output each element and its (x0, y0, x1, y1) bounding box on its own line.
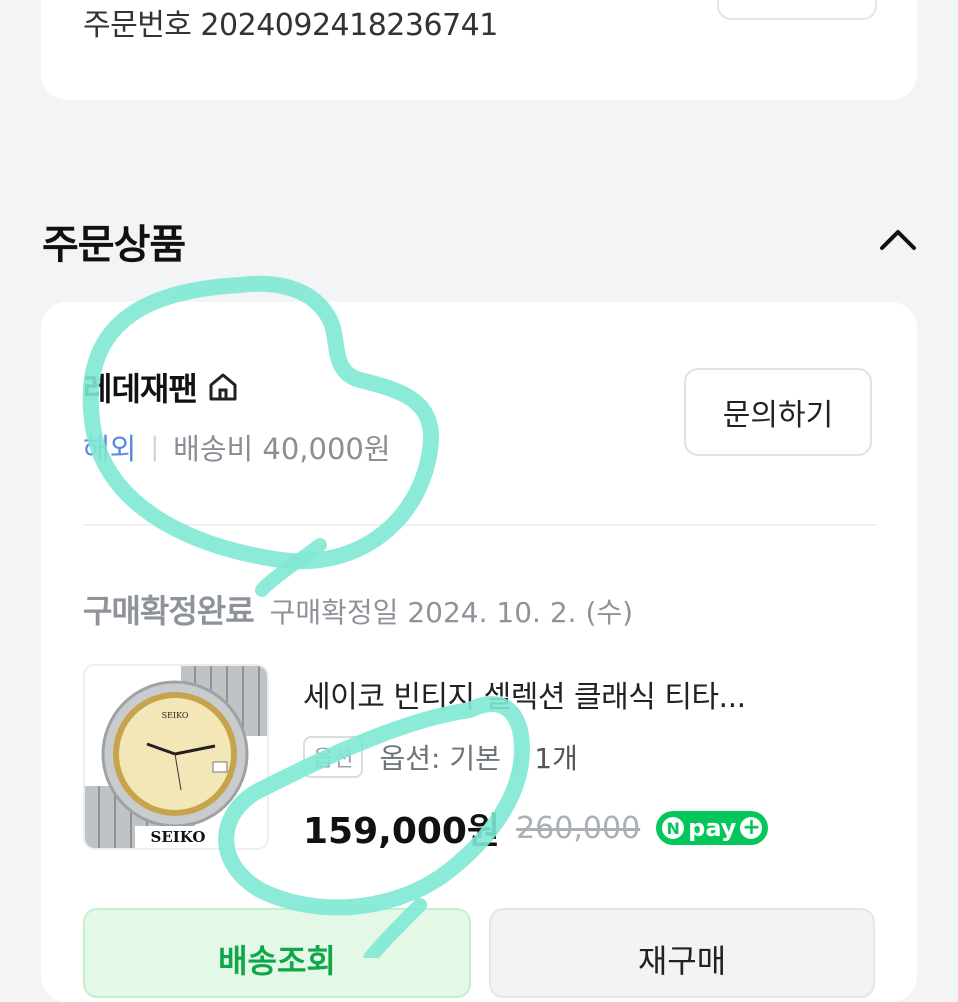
product-name[interactable]: 세이코 빈티지 셀렉션 클래식 티타... (303, 672, 863, 716)
seller-name[interactable]: 레데재팬 (83, 364, 198, 410)
naver-n-icon: N (662, 817, 685, 839)
chevron-up-icon[interactable] (876, 218, 920, 258)
original-price: 260,000 (516, 810, 641, 846)
order-detail-button[interactable] (717, 0, 877, 20)
npay-label: pay (688, 814, 737, 842)
order-product-card: 레데재팬 해외 | 배송비 40,000원 문의하기 구매확정완료 구매확정일 … (41, 302, 917, 1002)
shipping-fee: 배송비 40,000원 (173, 432, 391, 466)
thumb-brand: SEIKO (151, 828, 206, 846)
option-row: 옵션 옵션: 기본 | 1개 (303, 736, 578, 778)
watch-image: SEIKO SEIKO (85, 666, 267, 848)
track-delivery-button[interactable]: 배송조회 (83, 908, 471, 998)
divider-bar: | (150, 432, 160, 462)
divider-bar: | (512, 740, 523, 774)
inquiry-button[interactable]: 문의하기 (684, 368, 872, 456)
price-row: 159,000원 260,000 N pay + (303, 802, 769, 854)
plus-icon: + (740, 815, 763, 840)
seller-row[interactable]: 레데재팬 (83, 364, 241, 410)
product-thumbnail[interactable]: SEIKO SEIKO (83, 664, 269, 850)
home-icon[interactable] (205, 369, 241, 405)
order-number: 주문번호 2024092418236741 (83, 8, 498, 43)
section-title: 주문상품 (42, 222, 186, 268)
svg-text:SEIKO: SEIKO (162, 711, 189, 720)
option-text: 옵션: 기본 (379, 742, 501, 775)
option-badge: 옵션 (303, 736, 364, 778)
rebuy-button[interactable]: 재구매 (489, 908, 875, 998)
npay-plus-badge: N pay + (656, 811, 769, 845)
quantity: 1개 (534, 742, 578, 775)
status-row: 구매확정완료 구매확정일 2024. 10. 2. (수) (83, 586, 633, 632)
order-info-card: 주문번호 2024092418236741 (41, 0, 917, 100)
overseas-label: 해외 (83, 432, 137, 466)
divider (83, 524, 877, 526)
shipping-info: 해외 | 배송비 40,000원 (83, 426, 391, 468)
sale-price: 159,000원 (303, 811, 501, 852)
confirm-date: 구매확정일 2024. 10. 2. (수) (269, 596, 634, 629)
order-status: 구매확정완료 (83, 592, 255, 630)
